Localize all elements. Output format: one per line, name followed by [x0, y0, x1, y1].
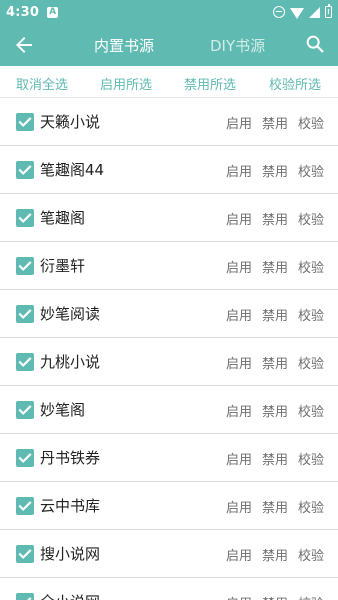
checkmark-icon — [27, 597, 32, 600]
source-name: 天籁小说 — [40, 113, 101, 131]
verify-button[interactable]: 校验 — [298, 593, 324, 600]
source-name: 九桃小说 — [40, 353, 101, 371]
source-name: 搜小说网 — [40, 545, 101, 563]
source-checkbox[interactable] — [16, 161, 34, 179]
disable-button[interactable]: 禁用 — [262, 449, 288, 468]
source-row[interactable]: 妙笔阅读 启用 禁用 校验 — [0, 290, 338, 338]
source-name: 妙笔阅读 — [40, 305, 101, 323]
disable-selected-button[interactable]: 禁用所选 — [184, 74, 236, 93]
disable-button[interactable]: 禁用 — [262, 161, 288, 180]
disable-button[interactable]: 禁用 — [262, 353, 288, 372]
enable-button[interactable]: 启用 — [226, 113, 252, 132]
source-row[interactable]: 全小说网 启用 禁用 校验 — [0, 578, 338, 600]
battery-alert-icon: ! — [325, 3, 332, 18]
source-row[interactable]: 笔趣阁44 启用 禁用 校验 — [0, 146, 338, 194]
source-name: 笔趣阁 — [40, 209, 86, 227]
enable-button[interactable]: 启用 — [226, 257, 252, 276]
do-not-disturb-icon — [273, 6, 285, 18]
source-checkbox[interactable] — [16, 545, 34, 563]
disable-button[interactable]: 禁用 — [262, 257, 288, 276]
checkmark-icon — [18, 213, 32, 224]
source-row[interactable]: 妙笔阁 启用 禁用 校验 — [0, 386, 338, 434]
status-bar: 4:30 A ! — [0, 0, 338, 24]
status-time: 4:30 — [6, 4, 40, 20]
verify-button[interactable]: 校验 — [298, 113, 324, 132]
source-row[interactable]: 天籁小说 启用 禁用 校验 — [0, 98, 338, 146]
source-checkbox[interactable] — [16, 449, 34, 467]
search-icon — [306, 35, 324, 53]
source-checkbox[interactable] — [16, 209, 34, 227]
batch-actions-bar: 取消全选 启用所选 禁用所选 校验所选 — [0, 66, 338, 98]
source-row[interactable]: 云中书库 启用 禁用 校验 — [0, 482, 338, 530]
verify-button[interactable]: 校验 — [298, 449, 324, 468]
disable-button[interactable]: 禁用 — [262, 497, 288, 516]
source-checkbox[interactable] — [16, 593, 34, 600]
source-row[interactable]: 衍墨轩 启用 禁用 校验 — [0, 242, 338, 290]
disable-button[interactable]: 禁用 — [262, 305, 288, 324]
search-button[interactable] — [304, 33, 326, 55]
verify-button[interactable]: 校验 — [298, 545, 324, 564]
checkmark-icon — [18, 453, 32, 464]
enable-button[interactable]: 启用 — [226, 545, 252, 564]
disable-button[interactable]: 禁用 — [262, 593, 288, 600]
enable-selected-button[interactable]: 启用所选 — [100, 74, 152, 93]
checkmark-icon — [18, 117, 32, 128]
enable-button[interactable]: 启用 — [226, 449, 252, 468]
status-icons: ! — [273, 3, 332, 19]
verify-button[interactable]: 校验 — [298, 401, 324, 420]
source-name: 衍墨轩 — [40, 257, 86, 275]
app-toolbar: 内置书源 DIY书源 — [0, 24, 338, 66]
source-name: 云中书库 — [40, 497, 101, 515]
checkmark-icon — [18, 357, 32, 368]
source-name: 全小说网 — [40, 591, 100, 600]
source-name: 妙笔阁 — [40, 401, 86, 419]
checkmark-icon — [18, 309, 32, 320]
checkmark-icon — [18, 549, 32, 560]
source-checkbox[interactable] — [16, 353, 34, 371]
source-name: 丹书铁券 — [40, 449, 101, 467]
tab-diy-sources[interactable]: DIY书源 — [210, 35, 265, 56]
verify-button[interactable]: 校验 — [298, 497, 324, 516]
enable-button[interactable]: 启用 — [226, 305, 252, 324]
arrow-back-icon — [16, 37, 32, 53]
disable-button[interactable]: 禁用 — [262, 545, 288, 564]
enable-button[interactable]: 启用 — [226, 209, 252, 228]
enable-button[interactable]: 启用 — [226, 353, 252, 372]
wifi-icon — [290, 7, 304, 19]
disable-button[interactable]: 禁用 — [262, 401, 288, 420]
back-button[interactable] — [12, 33, 36, 57]
source-row[interactable]: 笔趣阁 启用 禁用 校验 — [0, 194, 338, 242]
notification-app-icon: A — [47, 6, 59, 18]
source-checkbox[interactable] — [16, 305, 34, 323]
cell-signal-icon — [309, 6, 320, 18]
source-checkbox[interactable] — [16, 401, 34, 419]
source-checkbox[interactable] — [16, 113, 34, 131]
enable-button[interactable]: 启用 — [226, 497, 252, 516]
source-name: 笔趣阁44 — [40, 161, 105, 179]
source-row[interactable]: 丹书铁券 启用 禁用 校验 — [0, 434, 338, 482]
verify-button[interactable]: 校验 — [298, 305, 324, 324]
checkmark-icon — [18, 261, 32, 272]
source-list: 天籁小说 启用 禁用 校验 笔趣阁44 启用 禁用 校验 笔趣阁 启用 禁用 校验 衍墨轩 启用 禁用 校验妙… — [0, 98, 338, 600]
disable-button[interactable]: 禁用 — [262, 209, 288, 228]
checkmark-icon — [18, 501, 32, 512]
source-row[interactable]: 搜小说网 启用 禁用 校验 — [0, 530, 338, 578]
checkmark-icon — [18, 165, 32, 176]
cancel-select-all-button[interactable]: 取消全选 — [16, 74, 68, 93]
enable-button[interactable]: 启用 — [226, 593, 252, 600]
disable-button[interactable]: 禁用 — [262, 113, 288, 132]
source-row[interactable]: 九桃小说 启用 禁用 校验 — [0, 338, 338, 386]
verify-button[interactable]: 校验 — [298, 161, 324, 180]
enable-button[interactable]: 启用 — [226, 401, 252, 420]
checkmark-icon — [18, 405, 32, 416]
verify-selected-button[interactable]: 校验所选 — [269, 74, 321, 93]
tab-builtin-sources[interactable]: 内置书源 — [94, 35, 154, 56]
source-checkbox[interactable] — [16, 257, 34, 275]
source-checkbox[interactable] — [16, 497, 34, 515]
verify-button[interactable]: 校验 — [298, 353, 324, 372]
verify-button[interactable]: 校验 — [298, 209, 324, 228]
verify-button[interactable]: 校验 — [298, 257, 324, 276]
enable-button[interactable]: 启用 — [226, 161, 252, 180]
